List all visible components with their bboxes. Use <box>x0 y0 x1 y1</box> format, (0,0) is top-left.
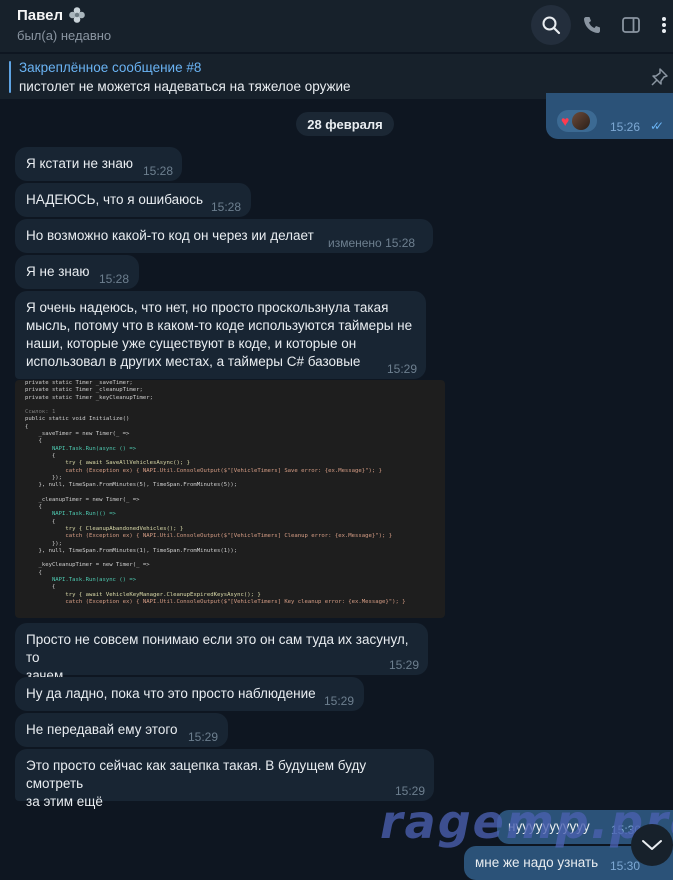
code-line: }); <box>25 540 63 547</box>
code-line: catch (Exception ex) { NAPI.Util.Console… <box>25 598 406 605</box>
code-content: private static Timer _saveTimer; private… <box>15 380 445 606</box>
code-line: private static Timer _saveTimer; <box>25 380 133 386</box>
code-line: { <box>25 569 42 576</box>
code-line: try { await SaveAllVehiclesAsync(); } <box>25 460 191 467</box>
message-time: изменено 15:28 <box>328 236 416 250</box>
pin-icon[interactable] <box>648 67 672 87</box>
code-line: try { await VehicleKeyManager.CleanupExp… <box>25 591 261 598</box>
message-text-line: Это просто сейчас как зацепка такая. В б… <box>26 758 367 791</box>
contact-name[interactable]: Павел <box>17 7 63 24</box>
code-line: }, null, TimeSpan.FromMinutes(5), TimeSp… <box>25 482 238 489</box>
code-line: { <box>25 423 29 430</box>
message-time: 15:29 <box>324 694 355 708</box>
message-time: 15:28 <box>99 272 130 286</box>
search-icon <box>542 16 561 35</box>
code-line: _cleanupTimer = new Timer(_ => <box>25 496 140 503</box>
code-line: NAPI.Task.Run(() => <box>25 511 116 518</box>
incoming-message[interactable]: Это просто сейчас как зацепка такая. В б… <box>15 749 434 809</box>
pinned-text: пистолет не можется надеваться на тяжело… <box>19 79 351 94</box>
double-check-icon: ✓✓ <box>650 119 664 133</box>
code-line: catch (Exception ex) { NAPI.Util.Console… <box>25 467 382 474</box>
code-line: _saveTimer = new Timer(_ => <box>25 431 130 438</box>
avatar <box>572 112 591 130</box>
message-time: 15:26 <box>610 120 641 134</box>
scroll-down-button[interactable] <box>631 824 673 866</box>
code-line: }); <box>25 474 63 481</box>
incoming-message[interactable]: Просто не совсем понимаю если это он сам… <box>15 623 428 683</box>
code-line: private static Timer _cleanupTimer; <box>25 387 143 394</box>
message-time: 15:29 <box>389 658 420 672</box>
message-text-line: за этим ещё <box>26 794 103 809</box>
pinned-title: Закреплённое сообщение #8 <box>19 60 202 75</box>
watermark: ragemp.pro <box>380 795 673 849</box>
incoming-message[interactable]: Не передавай ему этого 15:29 <box>15 713 228 747</box>
incoming-message[interactable]: Я кстати не знаю 15:28 <box>15 147 182 181</box>
incoming-message[interactable]: Я очень надеюсь, что нет, но просто прос… <box>15 291 426 379</box>
message-time: 15:28 <box>211 200 242 214</box>
message-text: Я кстати не знаю <box>26 156 134 171</box>
message-text-line: Просто не совсем понимаю если это он сам… <box>26 632 409 665</box>
message-time: 15:30 <box>610 859 641 873</box>
sidebar-toggle-button[interactable] <box>619 13 643 37</box>
code-line: { <box>25 452 56 459</box>
code-line: { <box>25 584 56 591</box>
code-line: public static void Initialize() <box>25 416 130 423</box>
chat-header[interactable]: Павел был(а) недавно <box>0 0 673 52</box>
message-time: 15:29 <box>188 730 219 744</box>
more-vertical-icon <box>662 17 666 33</box>
message-text: Я не знаю <box>26 264 90 279</box>
call-button[interactable] <box>580 13 604 37</box>
code-line: NAPI.Task.Run(async () => <box>25 445 137 452</box>
pinned-indicator <box>9 61 11 93</box>
message-text: Не передавай ему этого <box>26 722 178 737</box>
chevron-down-icon <box>642 840 662 850</box>
code-line: catch (Exception ex) { NAPI.Util.Console… <box>25 533 393 540</box>
search-button[interactable] <box>531 5 571 45</box>
message-text-line: использовал в других местах, а таймеры C… <box>26 354 361 369</box>
message-text: НАДЕЮСЬ, что я ошибаюсь <box>26 192 204 207</box>
code-line: Ссылок: 1 <box>25 409 56 416</box>
code-screenshot-image[interactable]: private static Timer _saveTimer; private… <box>15 380 445 618</box>
message-text-line: мысль, потому что в каком-то коде исполь… <box>26 318 413 333</box>
sidebar-icon <box>622 17 640 33</box>
incoming-message[interactable]: Ну да ладно, пока что это просто наблюде… <box>15 677 364 711</box>
reaction-badge[interactable]: ♥ <box>557 110 597 132</box>
code-line: NAPI.Task.Run(async () => <box>25 577 137 584</box>
incoming-message[interactable]: Но возможно какой-то код он через ии дел… <box>15 219 433 253</box>
code-line: }, null, TimeSpan.FromMinutes(1), TimeSp… <box>25 547 238 554</box>
code-line: private static Timer _keyCleanupTimer; <box>25 394 153 401</box>
incoming-message[interactable]: Я не знаю 15:28 <box>15 255 139 289</box>
message-text-line: Я очень надеюсь, что нет, но просто прос… <box>26 300 389 315</box>
message-text: Но возможно какой-то код он через ии дел… <box>26 228 314 243</box>
code-line: { <box>25 504 42 511</box>
code-line: { <box>25 438 42 445</box>
message-text: мне же надо узнать <box>475 855 599 870</box>
heart-icon: ♥ <box>561 113 570 129</box>
message-time: 15:29 <box>387 362 418 376</box>
incoming-message[interactable]: НАДЕЮСЬ, что я ошибаюсь 15:28 <box>15 183 251 217</box>
more-button[interactable] <box>655 13 673 37</box>
phone-icon <box>584 17 600 33</box>
contact-name-row[interactable]: Павел <box>17 6 86 24</box>
code-line: try { CleanupAbandonedVehicles(); } <box>25 525 184 532</box>
message-text-line: наши, которые уже существуют в коде, и к… <box>26 336 357 351</box>
message-text: Ну да ладно, пока что это просто наблюде… <box>26 686 316 701</box>
flower-emoji-icon <box>69 7 85 23</box>
date-separator[interactable]: 28 февраля <box>296 112 394 136</box>
code-line: { <box>25 518 56 525</box>
contact-status: был(а) недавно <box>17 28 112 43</box>
code-line: _keyCleanupTimer = new Timer(_ => <box>25 562 150 569</box>
message-time: 15:28 <box>143 164 174 178</box>
